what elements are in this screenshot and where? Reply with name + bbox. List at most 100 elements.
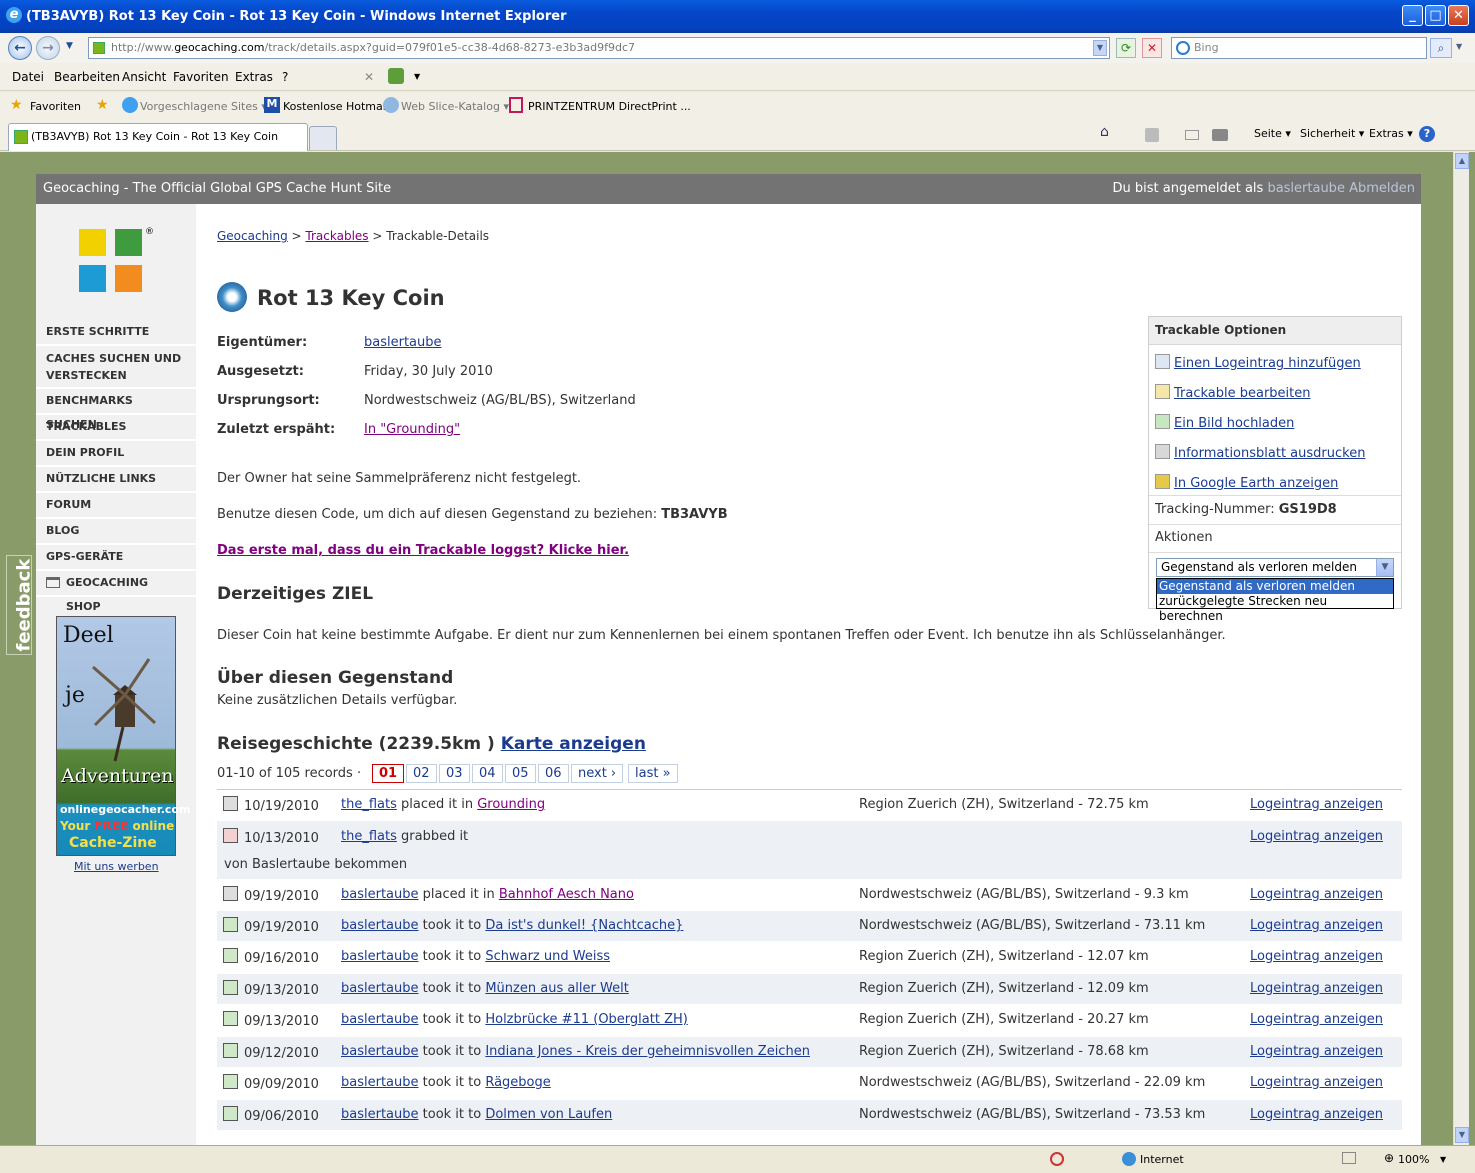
view-log-link[interactable]: Logeintrag anzeigen: [1250, 1044, 1383, 1059]
log-cache-link[interactable]: Rägeboge: [485, 1075, 550, 1090]
log-user-link[interactable]: the_flats: [341, 797, 397, 812]
log-cache-link[interactable]: Indiana Jones - Kreis der geheimnisvolle…: [485, 1044, 810, 1059]
log-user-link[interactable]: baslertaube: [341, 1107, 419, 1122]
address-bar[interactable]: http://www.geocaching.com/track/details.…: [88, 37, 1110, 59]
nav-profil[interactable]: DEIN PROFIL: [36, 441, 196, 467]
first-log-help-link[interactable]: Das erste mal, dass du ein Trackable log…: [217, 543, 629, 558]
page-04[interactable]: 04: [472, 764, 503, 783]
ie-addon-icon[interactable]: [388, 68, 404, 84]
log-cache-link[interactable]: Dolmen von Laufen: [485, 1107, 612, 1122]
page-06[interactable]: 06: [538, 764, 569, 783]
scroll-up-icon[interactable]: ▲: [1455, 153, 1469, 169]
breadcrumb-trackables[interactable]: Trackables: [305, 229, 368, 243]
zoom-level[interactable]: 100%: [1398, 1153, 1429, 1166]
zoom-dropdown-icon[interactable]: ▼: [1440, 1155, 1446, 1164]
help-icon[interactable]: ?: [1419, 126, 1435, 142]
chevron-down-icon[interactable]: ▼: [1093, 40, 1107, 56]
last-page[interactable]: last »: [628, 764, 678, 783]
add-favorite-icon[interactable]: ★: [96, 97, 109, 113]
log-cache-link[interactable]: Schwarz und Weiss: [485, 949, 610, 964]
view-log-link[interactable]: Logeintrag anzeigen: [1250, 829, 1383, 844]
upload-image-link[interactable]: Ein Bild hochladen: [1174, 416, 1294, 431]
owner-link[interactable]: baslertaube: [364, 335, 442, 350]
fav-printzentrum[interactable]: PRINTZENTRUM DirectPrint ...: [528, 100, 691, 113]
log-cache-link[interactable]: Bahnhof Aesch Nano: [499, 887, 634, 902]
stop-icon[interactable]: ✕: [1142, 38, 1162, 58]
vertical-scrollbar[interactable]: ▲ ▼: [1453, 152, 1469, 1145]
show-map-link[interactable]: Karte anzeigen: [501, 734, 646, 754]
nav-shop[interactable]: GEOCACHING SHOP: [36, 571, 196, 613]
view-log-link[interactable]: Logeintrag anzeigen: [1250, 918, 1383, 933]
add-log-link[interactable]: Einen Logeintrag hinzufügen: [1174, 356, 1361, 371]
breadcrumb-home[interactable]: Geocaching: [217, 229, 288, 243]
log-cache-link[interactable]: Grounding: [477, 797, 545, 812]
nav-erste-schritte[interactable]: ERSTE SCHRITTE: [36, 320, 196, 346]
menu-bearbeiten[interactable]: Bearbeiten: [54, 70, 120, 84]
fav-hotmail[interactable]: Kostenlose Hotmail: [283, 100, 389, 113]
log-cache-link[interactable]: Holzbrücke #11 (Oberglatt ZH): [485, 1012, 688, 1027]
chevron-down-icon[interactable]: ▼: [1376, 559, 1393, 576]
forward-button[interactable]: →: [36, 36, 60, 60]
option-recalculate[interactable]: zurückgelegte Strecken neu berechnen: [1157, 594, 1393, 623]
mail-icon[interactable]: [1185, 130, 1199, 140]
nav-links[interactable]: NÜTZLICHE LINKS: [36, 467, 196, 493]
nav-trackables[interactable]: TRACKABLES: [36, 415, 196, 441]
protected-mode-icon[interactable]: [1342, 1152, 1356, 1164]
feeds-icon[interactable]: [1145, 128, 1159, 142]
last-seen-link[interactable]: In "Grounding": [364, 422, 460, 437]
tools-menu[interactable]: Extras ▾: [1369, 127, 1413, 140]
view-log-link[interactable]: Logeintrag anzeigen: [1250, 887, 1383, 902]
google-earth-link[interactable]: In Google Earth anzeigen: [1174, 476, 1338, 491]
favorites-button[interactable]: Favoriten: [30, 100, 81, 113]
zoom-icon[interactable]: ⊕: [1384, 1151, 1394, 1165]
advertise-link[interactable]: Mit uns werben: [74, 860, 159, 873]
fav-web-slice[interactable]: Web Slice-Katalog ▾: [401, 100, 509, 113]
log-cache-link[interactable]: Münzen aus aller Welt: [485, 981, 628, 996]
view-log-link[interactable]: Logeintrag anzeigen: [1250, 1075, 1383, 1090]
search-options-icon[interactable]: ▼: [1456, 42, 1462, 51]
nav-gps-geraete[interactable]: GPS-GERÄTE: [36, 545, 196, 571]
back-button[interactable]: ←: [8, 36, 32, 60]
menu-help[interactable]: ?: [282, 70, 288, 84]
refresh-icon[interactable]: ⟳: [1116, 38, 1136, 58]
log-user-link[interactable]: baslertaube: [341, 1012, 419, 1027]
addon-dropdown-icon[interactable]: ▼: [414, 72, 420, 81]
logout-link[interactable]: Abmelden: [1349, 181, 1415, 196]
page-menu[interactable]: Seite ▾: [1254, 127, 1291, 140]
log-user-link[interactable]: baslertaube: [341, 1075, 419, 1090]
new-tab-button[interactable]: [309, 126, 337, 150]
log-user-link[interactable]: baslertaube: [341, 887, 419, 902]
home-icon[interactable]: ⌂: [1100, 124, 1109, 140]
history-dropdown-icon[interactable]: ▼: [66, 41, 73, 51]
view-log-link[interactable]: Logeintrag anzeigen: [1250, 797, 1383, 812]
close-tab-icon[interactable]: ✕: [364, 70, 374, 84]
username-link[interactable]: baslertaube: [1267, 181, 1345, 196]
menu-ansicht[interactable]: Ansicht: [122, 70, 166, 84]
view-log-link[interactable]: Logeintrag anzeigen: [1250, 1012, 1383, 1027]
menu-favoriten[interactable]: Favoriten: [173, 70, 229, 84]
print-sheet-link[interactable]: Informationsblatt ausdrucken: [1174, 446, 1365, 461]
sidebar-ad[interactable]: Deel je Adventuren onlinegeocacher.com Y…: [56, 616, 190, 856]
option-report-lost[interactable]: Gegenstand als verloren melden: [1157, 579, 1393, 594]
log-cache-link[interactable]: Da ist's dunkel! {Nachtcache}: [485, 918, 683, 933]
print-icon[interactable]: [1212, 129, 1228, 141]
view-log-link[interactable]: Logeintrag anzeigen: [1250, 949, 1383, 964]
geocaching-logo[interactable]: ®: [79, 227, 154, 299]
window-title-bar[interactable]: e (TB3AVYB) Rot 13 Key Coin - Rot 13 Key…: [0, 0, 1475, 33]
actions-select[interactable]: Gegenstand als verloren melden ▼: [1156, 558, 1394, 577]
log-user-link[interactable]: the_flats: [341, 829, 397, 844]
view-log-link[interactable]: Logeintrag anzeigen: [1250, 1107, 1383, 1122]
nav-blog[interactable]: BLOG: [36, 519, 196, 545]
fav-suggested-sites[interactable]: Vorgeschlagene Sites ▾: [140, 100, 267, 113]
tab-active[interactable]: (TB3AVYB) Rot 13 Key Coin - Rot 13 Key C…: [8, 123, 308, 151]
nav-caches-suchen[interactable]: CACHES SUCHEN UND VERSTECKEN: [36, 346, 196, 389]
page-02[interactable]: 02: [406, 764, 437, 783]
nav-benchmarks[interactable]: BENCHMARKS SUCHEN: [36, 389, 196, 431]
maximize-button[interactable]: □: [1425, 5, 1446, 26]
log-user-link[interactable]: baslertaube: [341, 949, 419, 964]
menu-datei[interactable]: Datei: [12, 70, 44, 84]
scroll-down-icon[interactable]: ▼: [1455, 1127, 1469, 1143]
minimize-button[interactable]: _: [1402, 5, 1423, 26]
close-button[interactable]: ✕: [1448, 5, 1469, 26]
page-05[interactable]: 05: [505, 764, 536, 783]
